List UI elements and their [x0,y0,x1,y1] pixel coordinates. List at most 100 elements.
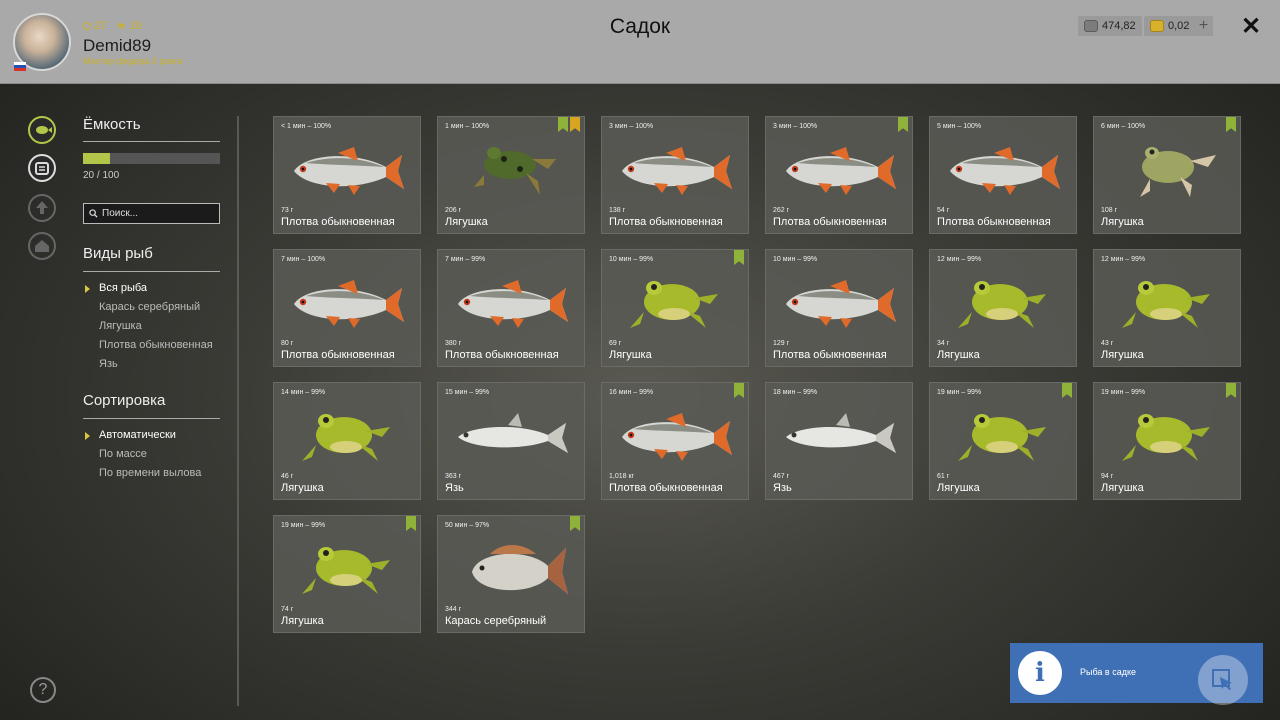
fish-card[interactable]: 12 мин – 99% 43 г Лягушка [1093,249,1241,367]
russia-flag-icon [14,62,26,71]
sorting-list: Автоматически По массе По времени вылова [85,429,201,486]
fish-weight: 61 г [937,473,950,480]
help-button[interactable]: ? [30,677,56,703]
fish-weight: 206 г [445,207,462,214]
notification-toast[interactable]: i Рыба в садке [1010,643,1263,705]
filter-roach[interactable]: Плотва обыкновенная [85,339,213,358]
fish-name: Лягушка [937,349,980,361]
species-filter-list: Вся рыба Карась серебряный Лягушка Плотв… [85,282,213,377]
card-badges [1226,117,1236,132]
catch-time: 5 мин – 100% [937,123,982,130]
card-badges [1062,383,1072,398]
fish-weight: 74 г [281,606,294,613]
fish-card[interactable]: 19 мин – 99% 61 г Лягушка [929,382,1077,500]
fish-weight: 108 г [1101,207,1118,214]
capacity-title: Ёмкость [83,116,141,133]
filter-ide[interactable]: Язь [85,358,213,377]
fish-card[interactable]: 14 мин – 99% 46 г Лягушка [273,382,421,500]
capacity-bar [83,153,220,164]
fish-weight: 262 г [773,207,790,214]
catch-time: 19 мин – 99% [937,389,982,396]
fish-card[interactable]: 50 мин – 97% 344 г Карась серебряный [437,515,585,633]
fish-card[interactable]: 3 мин – 100% 138 г Плотва обыкновенная [601,116,749,234]
divider [83,271,220,272]
bookmark-icon [1226,117,1236,132]
filter-all-fish[interactable]: Вся рыба [85,282,213,301]
fish-weight: 129 г [773,340,790,347]
catch-time: 6 мин – 100% [1101,123,1146,130]
catch-time: 19 мин – 99% [281,522,326,529]
fish-card[interactable]: 7 мин – 100% 80 г Плотва обыкновенная [273,249,421,367]
fish-weight: 1,018 кг [609,473,635,480]
bookmark-icon [406,516,416,531]
fish-card[interactable]: 15 мин – 99% 363 г Язь [437,382,585,500]
fish-weight: 46 г [281,473,294,480]
fish-name: Плотва обыкновенная [773,216,887,228]
fish-card[interactable]: 19 мин – 99% 74 г Лягушка [273,515,421,633]
catch-time: 14 мин – 99% [281,389,326,396]
search-icon [89,209,98,218]
fish-name: Плотва обыкновенная [445,349,559,361]
bookmark-icon [734,383,744,398]
sort-by-weight[interactable]: По массе [85,448,201,467]
fish-card[interactable]: 7 мин – 99% 380 г Плотва обыкновенная [437,249,585,367]
catch-time: 3 мин – 100% [609,123,654,130]
gold-coin-icon [1150,20,1164,32]
fish-weight: 73 г [281,207,294,214]
info-icon: i [1018,651,1062,695]
catch-time: 12 мин – 99% [937,256,982,263]
fish-keepnet-icon[interactable] [28,116,56,144]
divider [83,141,220,142]
fish-name: Лягушка [1101,482,1144,494]
click-cursor-icon[interactable] [1198,655,1248,705]
catch-time: 16 мин – 99% [609,389,654,396]
fish-name: Язь [445,482,464,494]
catch-time: 7 мин – 99% [445,256,486,263]
catch-time: 12 мин – 99% [1101,256,1146,263]
fish-card[interactable]: 18 мин – 99% 467 г Язь [765,382,913,500]
fish-weight: 80 г [281,340,294,347]
catch-time: 50 мин – 97% [445,522,490,529]
fish-card[interactable]: < 1 мин – 100% 73 г Плотва обыкновенная [273,116,421,234]
catch-time: 3 мин – 100% [773,123,818,130]
upload-icon[interactable] [28,194,56,222]
sort-auto[interactable]: Автоматически [85,429,201,448]
bucket-icon[interactable] [28,154,56,182]
fish-weight: 363 г [445,473,462,480]
card-badges [734,250,744,265]
filter-crucian[interactable]: Карась серебряный [85,301,213,320]
fish-card[interactable]: 1 мин – 100% 206 г Лягушка [437,116,585,234]
fish-name: Язь [773,482,792,494]
fish-weight: 54 г [937,207,950,214]
card-badges [734,383,744,398]
card-badges [898,117,908,132]
home-icon[interactable] [28,232,56,260]
fish-card[interactable]: 3 мин – 100% 262 г Плотва обыкновенная [765,116,913,234]
top-bar: 27 ★ 19 Demid89 Мастер фидера 2 ранга Сад… [0,0,1280,84]
add-gold-button[interactable]: + [1194,16,1213,36]
fish-name: Лягушка [281,615,324,627]
fish-card[interactable]: 16 мин – 99% 1,018 кг Плотва обыкновенна… [601,382,749,500]
fish-card[interactable]: 6 мин – 100% 108 г Лягушка [1093,116,1241,234]
filter-frog[interactable]: Лягушка [85,320,213,339]
fish-card[interactable]: 12 мин – 99% 34 г Лягушка [929,249,1077,367]
fish-card[interactable]: 19 мин – 99% 94 г Лягушка [1093,382,1241,500]
fish-card[interactable]: 10 мин – 99% 129 г Плотва обыкновенная [765,249,913,367]
fish-name: Плотва обыкновенная [937,216,1051,228]
fish-weight: 69 г [609,340,622,347]
close-button[interactable]: ✕ [1241,12,1261,41]
species-title: Виды рыб [83,245,153,262]
search-placeholder: Поиск... [102,208,139,219]
search-input[interactable]: Поиск... [83,203,220,224]
bookmark-icon [1226,383,1236,398]
catch-time: < 1 мин – 100% [281,123,332,130]
sort-by-time[interactable]: По времени вылова [85,467,201,486]
sorting-title: Сортировка [83,392,166,409]
fish-card[interactable]: 10 мин – 99% 69 г Лягушка [601,249,749,367]
card-badges [1226,383,1236,398]
fish-name: Плотва обыкновенная [281,216,395,228]
bookmark-icon [570,516,580,531]
fish-weight: 344 г [445,606,462,613]
bookmark-icon [734,250,744,265]
fish-card[interactable]: 5 мин – 100% 54 г Плотва обыкновенная [929,116,1077,234]
